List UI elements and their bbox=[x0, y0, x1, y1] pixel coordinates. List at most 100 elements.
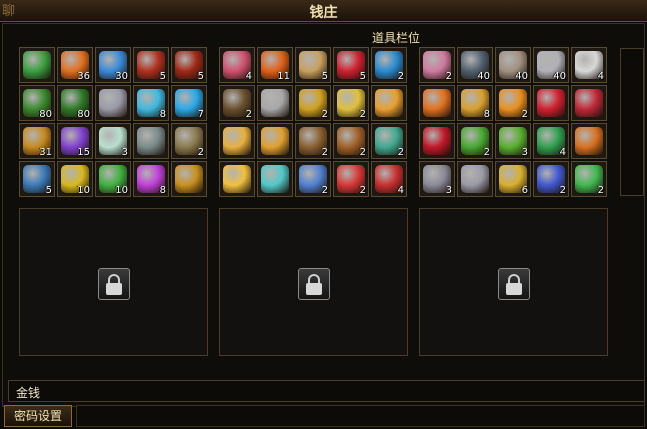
item-slot[interactable]: 2 bbox=[295, 161, 331, 197]
item-slot[interactable]: 15 bbox=[57, 123, 93, 159]
item-count: 11 bbox=[277, 71, 290, 82]
item-slot[interactable]: 80 bbox=[57, 85, 93, 121]
item-slot[interactable]: 2 bbox=[495, 85, 531, 121]
item-count: 2 bbox=[197, 147, 204, 158]
amber-gear-icon bbox=[575, 127, 603, 155]
item-count: 10 bbox=[77, 185, 90, 196]
item-slot[interactable] bbox=[171, 161, 207, 197]
item-slot[interactable]: 2 bbox=[333, 161, 369, 197]
item-slot[interactable] bbox=[257, 85, 293, 121]
item-slot[interactable]: 2 bbox=[171, 123, 207, 159]
item-slot[interactable]: 2 bbox=[457, 123, 493, 159]
item-slot[interactable] bbox=[371, 85, 407, 121]
item-slot[interactable]: 40 bbox=[495, 47, 531, 83]
item-slot[interactable]: 2 bbox=[371, 47, 407, 83]
item-count: 5 bbox=[45, 185, 52, 196]
dagger-icon bbox=[137, 127, 165, 155]
item-slot[interactable] bbox=[19, 47, 55, 83]
item-slot[interactable]: 2 bbox=[219, 85, 255, 121]
lock-icon[interactable] bbox=[98, 268, 130, 300]
item-slot[interactable] bbox=[95, 85, 131, 121]
item-slot[interactable]: 40 bbox=[457, 47, 493, 83]
item-slot[interactable]: 11 bbox=[257, 47, 293, 83]
item-slot[interactable] bbox=[219, 123, 255, 159]
item-count: 8 bbox=[159, 185, 166, 196]
lock-icon[interactable] bbox=[498, 268, 530, 300]
item-slot[interactable]: 10 bbox=[95, 161, 131, 197]
item-slot[interactable] bbox=[419, 123, 455, 159]
bag-grid-2: 4 11 5 5 2 2 2 2 2 2 2 2 2 4 bbox=[219, 47, 407, 197]
item-count: 8 bbox=[483, 109, 490, 120]
item-count: 3 bbox=[445, 185, 452, 196]
item-slot[interactable]: 36 bbox=[57, 47, 93, 83]
item-slot[interactable]: 2 bbox=[295, 123, 331, 159]
item-count: 2 bbox=[397, 71, 404, 82]
item-count: 3 bbox=[521, 147, 528, 158]
item-slot[interactable]: 5 bbox=[171, 47, 207, 83]
item-count: 40 bbox=[515, 71, 528, 82]
item-slot[interactable] bbox=[257, 123, 293, 159]
item-slot[interactable]: 5 bbox=[333, 47, 369, 83]
red-gear-icon bbox=[423, 127, 451, 155]
item-slot[interactable]: 30 bbox=[95, 47, 131, 83]
item-slot[interactable]: 10 bbox=[57, 161, 93, 197]
item-slot[interactable]: 2 bbox=[419, 47, 455, 83]
lantern-icon bbox=[261, 127, 289, 155]
bag-grid-1: 36 30 5 5 80 80 8 7 31 15 3 2 5 10 10 8 bbox=[19, 47, 207, 197]
item-slot[interactable] bbox=[533, 85, 569, 121]
item-slot[interactable]: 2 bbox=[571, 161, 607, 197]
item-slot[interactable] bbox=[571, 123, 607, 159]
item-slot[interactable] bbox=[419, 85, 455, 121]
item-slot[interactable]: 3 bbox=[495, 123, 531, 159]
gray-diamond-icon bbox=[461, 165, 489, 193]
item-slot[interactable]: 4 bbox=[219, 47, 255, 83]
item-slot[interactable]: 5 bbox=[19, 161, 55, 197]
item-slot[interactable] bbox=[571, 85, 607, 121]
item-count: 30 bbox=[115, 71, 128, 82]
locked-storage-3[interactable] bbox=[419, 208, 608, 356]
item-slot[interactable]: 2 bbox=[371, 123, 407, 159]
item-slot[interactable]: 8 bbox=[133, 85, 169, 121]
scroll-tile-icon bbox=[261, 89, 289, 117]
password-settings-button[interactable]: 密码设置 bbox=[4, 405, 72, 427]
item-slot[interactable]: 2 bbox=[333, 85, 369, 121]
item-slot[interactable]: 3 bbox=[419, 161, 455, 197]
item-slot[interactable]: 4 bbox=[571, 47, 607, 83]
item-slot[interactable]: 5 bbox=[133, 47, 169, 83]
item-slot[interactable]: 2 bbox=[533, 161, 569, 197]
item-count: 40 bbox=[553, 71, 566, 82]
lock-icon[interactable] bbox=[298, 268, 330, 300]
item-slot[interactable]: 8 bbox=[457, 85, 493, 121]
item-slot[interactable]: 80 bbox=[19, 85, 55, 121]
item-count: 5 bbox=[321, 71, 328, 82]
item-slot[interactable]: 2 bbox=[295, 85, 331, 121]
item-count: 2 bbox=[559, 185, 566, 196]
item-slot[interactable]: 6 bbox=[495, 161, 531, 197]
item-slot[interactable] bbox=[257, 161, 293, 197]
item-slot[interactable]: 8 bbox=[133, 161, 169, 197]
item-slot[interactable] bbox=[457, 161, 493, 197]
item-count: 2 bbox=[321, 147, 328, 158]
item-slot[interactable]: 2 bbox=[333, 123, 369, 159]
locked-storage-1[interactable] bbox=[19, 208, 208, 356]
item-count: 7 bbox=[197, 109, 204, 120]
item-slot[interactable]: 31 bbox=[19, 123, 55, 159]
item-slot[interactable]: 4 bbox=[533, 123, 569, 159]
locked-storage-2[interactable] bbox=[219, 208, 408, 356]
item-count: 4 bbox=[245, 71, 252, 82]
item-slot[interactable] bbox=[219, 161, 255, 197]
item-count: 2 bbox=[483, 147, 490, 158]
side-panel bbox=[620, 48, 644, 196]
item-count: 4 bbox=[397, 185, 404, 196]
item-slot[interactable]: 4 bbox=[371, 161, 407, 197]
item-count: 2 bbox=[245, 109, 252, 120]
lantern-icon bbox=[223, 127, 251, 155]
item-count: 8 bbox=[159, 109, 166, 120]
item-slot[interactable]: 3 bbox=[95, 123, 131, 159]
item-slot[interactable]: 40 bbox=[533, 47, 569, 83]
item-slot[interactable]: 5 bbox=[295, 47, 331, 83]
item-count: 40 bbox=[477, 71, 490, 82]
item-slot[interactable] bbox=[133, 123, 169, 159]
item-slot[interactable]: 7 bbox=[171, 85, 207, 121]
item-count: 5 bbox=[359, 71, 366, 82]
